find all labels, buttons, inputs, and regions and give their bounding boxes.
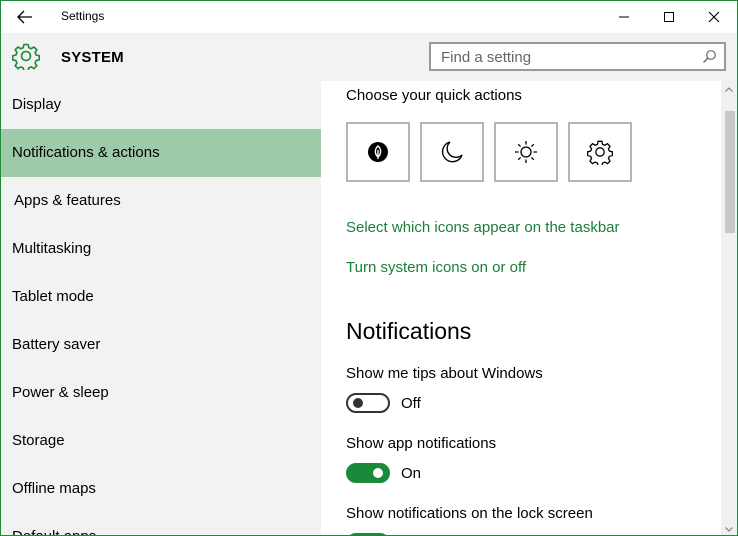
sidebar-item-storage[interactable]: Storage [1, 417, 321, 465]
content-pane: Choose your quick actions Select which i… [321, 81, 721, 535]
title-bar: Settings [1, 1, 737, 33]
quick-actions-title: Choose your quick actions [346, 87, 522, 104]
scroll-thumb[interactable] [725, 111, 735, 233]
back-button[interactable] [11, 5, 39, 29]
chevron-up-icon [725, 86, 733, 92]
close-icon [708, 11, 720, 23]
setting-label-lock-screen: Show notifications on the lock screen [346, 505, 593, 522]
search-input[interactable] [441, 47, 691, 67]
toggle-app-notifications[interactable] [346, 463, 390, 483]
sidebar-item-multitasking[interactable]: Multitasking [1, 225, 321, 273]
toggle-tips[interactable] [346, 393, 390, 413]
toggle-knob [353, 398, 363, 408]
quick-action-tile-brightness[interactable] [494, 122, 558, 182]
maximize-button[interactable] [646, 1, 692, 33]
search-box[interactable] [429, 42, 726, 71]
minimize-button[interactable] [601, 1, 647, 33]
sidebar-item-battery-saver[interactable]: Battery saver [1, 321, 321, 369]
sidebar-item-notifications-actions[interactable]: Notifications & actions [1, 129, 321, 177]
settings-window: Settings SYSTEM Display No [0, 0, 738, 536]
gear-icon [587, 140, 613, 165]
notifications-section-title: Notifications [346, 318, 472, 344]
setting-label-app-notifications: Show app notifications [346, 435, 497, 452]
close-button[interactable] [691, 1, 737, 33]
scroll-up-button[interactable] [721, 81, 737, 97]
sidebar-item-tablet-mode[interactable]: Tablet mode [1, 273, 321, 321]
quick-action-tile-battery-saver[interactable] [346, 122, 410, 182]
page-header: SYSTEM [1, 33, 737, 81]
window-title: Settings [61, 9, 105, 23]
maximize-icon [664, 12, 674, 22]
sidebar-nav: Display Notifications & actions Apps & f… [1, 81, 321, 535]
battery-saver-icon [368, 142, 388, 162]
sidebar-item-apps-features[interactable]: Apps & features [1, 177, 321, 225]
link-taskbar-icons[interactable]: Select which icons appear on the taskbar [346, 219, 620, 236]
system-gear-icon [12, 43, 40, 70]
page-title: SYSTEM [61, 49, 124, 66]
search-icon[interactable] [702, 49, 717, 64]
toggle-state-app-notifications: On [401, 465, 422, 482]
link-system-icons[interactable]: Turn system icons on or off [346, 259, 526, 276]
back-arrow-icon [17, 10, 32, 24]
moon-icon [441, 141, 463, 163]
scroll-down-button[interactable] [721, 521, 737, 535]
sidebar-item-default-apps[interactable]: Default apps [1, 513, 321, 535]
sidebar-item-display[interactable]: Display [1, 81, 321, 129]
quick-action-tile-quiet-hours[interactable] [420, 122, 484, 182]
content-scrollbar[interactable] [721, 81, 737, 535]
quick-action-tile-settings[interactable] [568, 122, 632, 182]
sidebar-item-power-sleep[interactable]: Power & sleep [1, 369, 321, 417]
sun-icon [515, 141, 537, 163]
sidebar-item-offline-maps[interactable]: Offline maps [1, 465, 321, 513]
chevron-down-icon [725, 526, 733, 532]
minimize-icon [619, 16, 629, 18]
setting-label-tips: Show me tips about Windows [346, 365, 543, 382]
toggle-knob [373, 468, 383, 478]
toggle-state-tips: Off [401, 395, 421, 412]
